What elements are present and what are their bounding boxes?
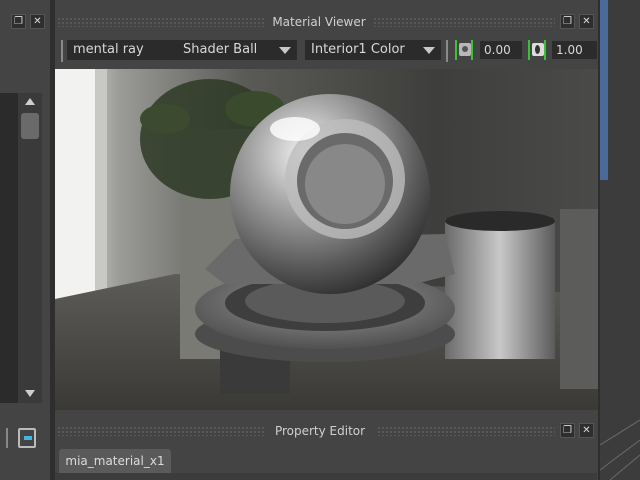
material-viewer-header: Material Viewer ❐ ✕ [55,12,597,32]
chevron-down-icon [279,47,291,54]
scroll-down-arrow-icon[interactable] [25,390,35,397]
property-grip-left[interactable] [57,426,264,436]
right-panel [600,0,640,480]
toolbar-handle-icon[interactable] [61,40,63,62]
header-grip-right[interactable] [373,17,555,27]
shader-ball-render [55,69,598,410]
tab-mia-material[interactable]: mia_material_x1 [59,449,171,473]
close-icon[interactable]: ✕ [579,14,594,29]
header-grip-left[interactable] [57,17,264,27]
left-list-area [0,93,18,403]
shape-dropdown[interactable]: Shader Ball [177,40,297,60]
renderer-dropdown-label: mental ray [73,42,144,57]
property-grip-right[interactable] [377,426,555,436]
gamma-icon[interactable] [528,40,546,60]
property-close-icon[interactable]: ✕ [579,423,594,438]
left-panel: ❐ ✕ [0,0,50,480]
exposure-icon[interactable] [455,40,473,60]
material-viewer-title: Material Viewer [272,15,366,29]
material-viewer-toolbar: mental ray Shader Ball Interior1 Color 0… [55,38,597,62]
property-float-icon[interactable]: ❐ [560,423,575,438]
shape-dropdown-label: Shader Ball [183,42,258,57]
property-editor-header: Property Editor ❐ ✕ [55,421,597,441]
environment-dropdown[interactable]: Interior1 Color [305,40,441,60]
toolbar-separator-icon [446,40,448,62]
left-close-button[interactable]: ✕ [30,14,45,29]
float-window-icon[interactable]: ❐ [560,14,575,29]
environment-dropdown-label: Interior1 Color [311,42,405,57]
tool-icon[interactable] [18,428,36,448]
scroll-up-arrow-icon[interactable] [25,98,35,105]
scroll-thumb[interactable] [21,113,39,139]
left-float-button[interactable]: ❐ [11,14,26,29]
left-scrollbar[interactable] [18,93,42,403]
gamma-field[interactable]: 1.00 [552,41,597,59]
material-preview-viewport[interactable] [55,69,598,410]
property-editor-content [55,473,597,480]
exposure-field[interactable]: 0.00 [480,41,522,59]
right-scroll-track[interactable] [600,0,608,180]
tab-label: mia_material_x1 [65,454,165,468]
left-divider-icon [6,428,8,448]
property-editor-title: Property Editor [274,424,366,438]
chevron-down-icon [423,47,435,54]
